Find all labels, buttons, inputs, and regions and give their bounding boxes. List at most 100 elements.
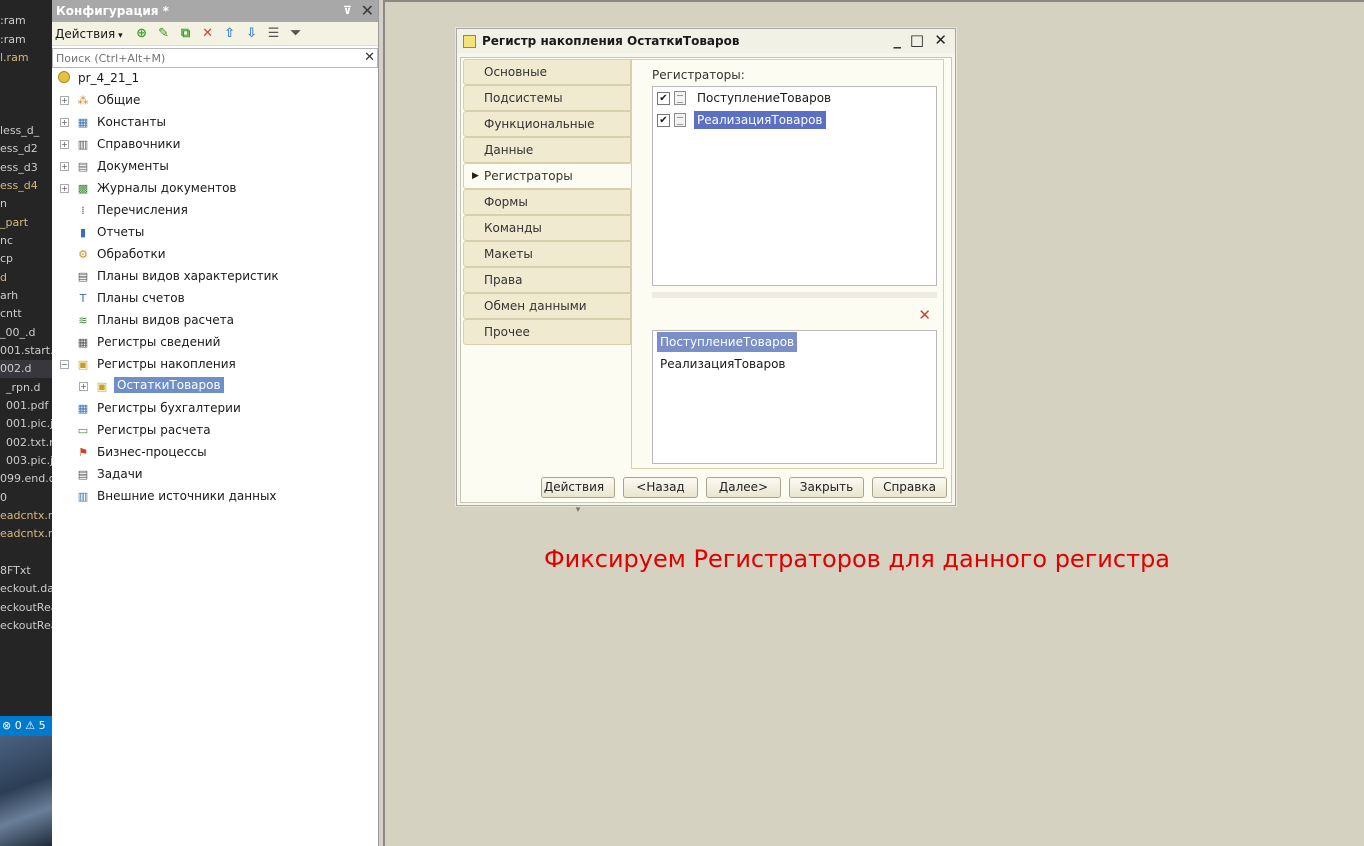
editor-line: cntt: [0, 307, 22, 320]
tree-item-reports[interactable]: ▮ Отчеты: [52, 222, 378, 244]
search-input[interactable]: [53, 49, 353, 67]
tree-item-common[interactable]: + ⁂ Общие: [52, 90, 378, 112]
tab-commands[interactable]: Команды: [463, 215, 631, 241]
tab-functional-options[interactable]: Функциональные опции: [463, 111, 631, 155]
tree-item-processing[interactable]: ⚙ Обработки: [52, 244, 378, 266]
editor-line: eckoutRea: [0, 619, 52, 632]
calc-types-icon: ≋: [78, 314, 88, 327]
tree-item-tasks[interactable]: ▤ Задачи: [52, 464, 378, 486]
checkbox-checked-icon[interactable]: ✔: [657, 91, 670, 105]
accounts-icon: T: [79, 292, 87, 305]
registrators-list[interactable]: ✔ ПоступлениеТоваров ✔ РеализацияТоваров: [652, 86, 937, 286]
tab-subsystems[interactable]: Подсистемы: [463, 85, 631, 111]
selected-registrators-list[interactable]: ПоступлениеТоваров РеализацияТоваров: [652, 330, 937, 464]
list-item[interactable]: ПоступлениеТоваров: [653, 331, 936, 353]
tab-registrators[interactable]: Регистраторы: [463, 163, 631, 189]
dialog-tabs: Основные Подсистемы Функциональные опции…: [463, 59, 631, 345]
accum-registers-icon: ▣: [77, 358, 89, 371]
next-button[interactable]: Далее>: [706, 477, 781, 498]
close-icon[interactable]: ✕: [934, 31, 947, 49]
char-types-icon: ▤: [77, 270, 89, 283]
copy-icon[interactable]: ⧉: [175, 24, 197, 44]
tab-main[interactable]: Основные: [463, 59, 631, 85]
tab-templates[interactable]: Макеты: [463, 241, 631, 267]
maximize-icon[interactable]: □: [910, 31, 924, 49]
tree-item-root[interactable]: pr_4_21_1: [52, 68, 378, 90]
tree-item-enums[interactable]: ⁞ Перечисления: [52, 200, 378, 222]
status-bar[interactable]: ⊗ 0 ⚠ 5: [0, 716, 52, 736]
actions-button[interactable]: Действия: [541, 477, 615, 498]
expand-icon[interactable]: +: [60, 140, 69, 149]
dialog-title: Регистр накопления ОстаткиТоваров: [482, 34, 740, 48]
editor-line: _part: [0, 216, 29, 229]
checkbox-checked-icon[interactable]: ✔: [657, 113, 670, 127]
editor-line: eadcntx.m: [0, 509, 52, 522]
clear-search-icon[interactable]: ✕: [364, 49, 375, 67]
tree-item-accum-registers[interactable]: − ▣ Регистры накопления: [52, 354, 378, 376]
filter-icon[interactable]: ⏷: [285, 24, 307, 44]
tree-item-catalogs[interactable]: + ▥ Справочники: [52, 134, 378, 156]
tree-item-journals[interactable]: + ▩ Журналы документов: [52, 178, 378, 200]
editor-line: :ram: [0, 33, 26, 46]
calc-registers-icon: ▭: [77, 424, 89, 437]
close-button[interactable]: Закрыть: [789, 477, 864, 498]
add-icon[interactable]: ⊕: [131, 24, 153, 44]
tree-item-label: ОстаткиТоваров: [114, 377, 224, 393]
sort-icon[interactable]: ☰: [263, 24, 285, 44]
editor-line: 003.pic.jp: [6, 454, 52, 467]
tree-item-constants[interactable]: + ▦ Константы: [52, 112, 378, 134]
collapse-icon[interactable]: −: [60, 360, 69, 369]
help-button[interactable]: Справка: [872, 477, 947, 498]
tree-item-business-processes[interactable]: ⚑ Бизнес-процессы: [52, 442, 378, 464]
actions-menu-button[interactable]: Действия: [55, 27, 123, 41]
tree-item-info-registers[interactable]: ▦ Регистры сведений: [52, 332, 378, 354]
tab-rights[interactable]: Права: [463, 267, 631, 293]
editor-line: d: [0, 271, 7, 284]
tab-other[interactable]: Прочее: [463, 319, 631, 345]
editor-line: 001.start.c: [0, 344, 52, 357]
expand-icon[interactable]: +: [60, 162, 69, 171]
close-icon[interactable]: ✕: [361, 2, 374, 20]
tree-item-label: Перечисления: [97, 203, 188, 217]
tree-item-ostatki-tovarov[interactable]: + ▣ ОстаткиТоваров: [52, 376, 378, 398]
tree-item-char-types[interactable]: ▤ Планы видов характеристик: [52, 266, 378, 288]
move-up-icon[interactable]: ⇧: [219, 24, 241, 44]
tree-item-label: Регистры расчета: [97, 423, 211, 437]
tree-item-external-sources[interactable]: ▥ Внешние источники данных: [52, 486, 378, 508]
registrator-name: ПоступлениеТоваров: [697, 91, 832, 105]
editor-line: 8FTxt: [0, 564, 31, 577]
tree-item-accounts[interactable]: T Планы счетов: [52, 288, 378, 310]
registrators-page: Регистраторы: ✔ ПоступлениеТоваров ✔ Реа…: [631, 59, 944, 469]
minimize-icon[interactable]: _: [894, 31, 902, 49]
splitter[interactable]: [652, 292, 937, 298]
documents-icon: ▤: [77, 160, 89, 173]
delete-icon[interactable]: ✕: [197, 24, 219, 44]
tree-item-calc-registers[interactable]: ▭ Регистры расчета: [52, 420, 378, 442]
tab-forms[interactable]: Формы: [463, 189, 631, 215]
expand-icon[interactable]: +: [60, 96, 69, 105]
register-icon: ▣: [96, 380, 108, 393]
dialog-titlebar: Регистр накопления ОстаткиТоваров _ □ ✕: [457, 29, 955, 53]
tab-data[interactable]: Данные: [463, 137, 631, 163]
business-process-icon: ⚑: [78, 446, 88, 459]
edit-icon[interactable]: ✎: [153, 24, 175, 44]
expand-icon[interactable]: +: [60, 184, 69, 193]
expand-icon[interactable]: +: [60, 118, 69, 127]
editor-line: ess_d3: [0, 161, 38, 174]
list-item[interactable]: ✔ ПоступлениеТоваров: [653, 87, 936, 109]
tree-item-label: Планы видов расчета: [97, 313, 234, 327]
tree-item-documents[interactable]: + ▤ Документы: [52, 156, 378, 178]
list-item[interactable]: РеализацияТоваров: [653, 353, 936, 375]
editor-line: 002.txt.n: [6, 436, 52, 449]
tab-data-exchange[interactable]: Обмен данными: [463, 293, 631, 319]
tree-item-accounting-registers[interactable]: ▦ Регистры бухгалтерии: [52, 398, 378, 420]
tree-item-calc-types[interactable]: ≋ Планы видов расчета: [52, 310, 378, 332]
back-button[interactable]: <Назад: [623, 477, 698, 498]
tree-item-label: Справочники: [97, 137, 181, 151]
list-item[interactable]: ✔ РеализацияТоваров: [653, 109, 936, 131]
move-down-icon[interactable]: ⇩: [241, 24, 263, 44]
info-registers-icon: ▦: [77, 336, 89, 349]
delete-icon[interactable]: ✕: [918, 306, 931, 324]
expand-icon[interactable]: +: [79, 382, 88, 391]
pin-icon[interactable]: ⊽: [343, 0, 352, 22]
